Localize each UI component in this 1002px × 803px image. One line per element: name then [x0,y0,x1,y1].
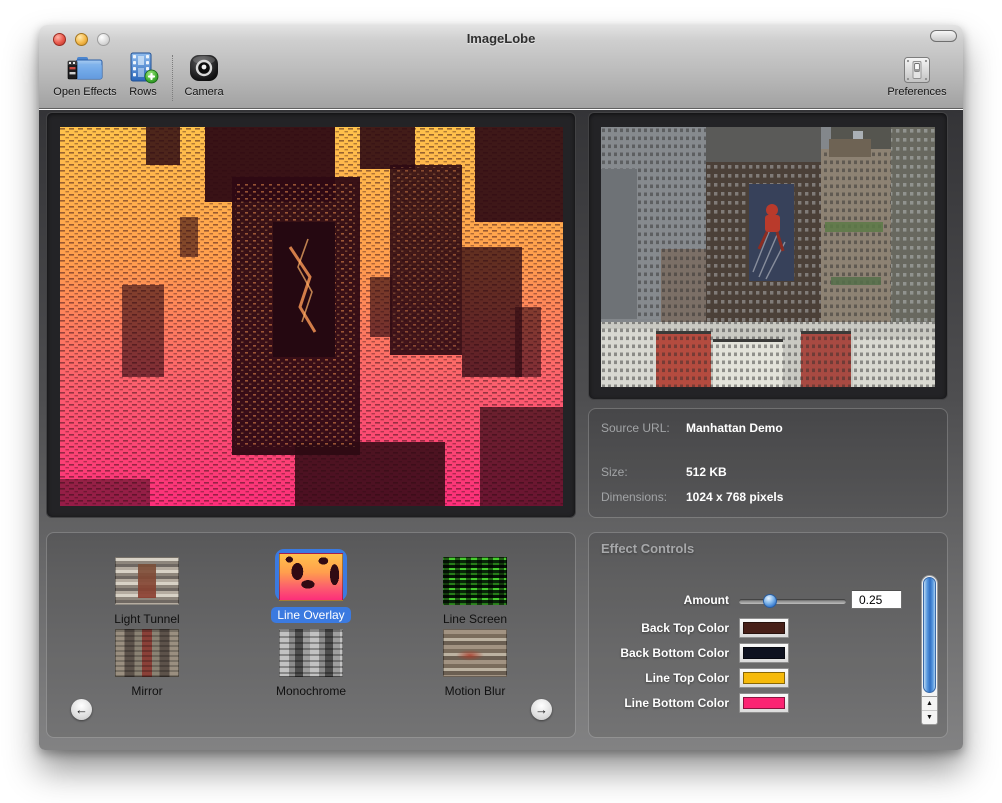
amount-input[interactable] [851,590,902,609]
size-row: Size: 512 KB [601,465,937,481]
imagelobe-window: ImageLobe [39,25,963,750]
window-title: ImageLobe [39,31,963,46]
line-top-color-chip [743,672,785,684]
effect-controls-title: Effect Controls [601,541,694,556]
effect-label: Mirror [125,683,168,699]
line-bottom-color-well[interactable] [739,693,789,713]
scrollbar-thumb[interactable] [923,577,936,693]
effect-item-line-screen[interactable]: Line Screen [410,553,540,628]
size-value: 512 KB [686,465,727,479]
amount-row: Amount [589,590,947,610]
line-bottom-color-label: Line Bottom Color [589,696,729,710]
effect-item-monochrome[interactable]: Monochrome [246,625,376,700]
scroll-down-button[interactable]: ▼ [922,711,937,725]
back-bottom-color-label: Back Bottom Color [589,646,729,660]
monochrome-thumbnail [279,629,343,677]
original-image-panel [588,112,948,400]
processed-image-panel [46,112,576,518]
source-url-row: Source URL: Manhattan Demo [601,421,937,437]
back-bottom-color-row: Back Bottom Color [589,643,947,663]
dimensions-row: Dimensions: 1024 x 768 pixels [601,490,937,506]
original-image [601,127,935,387]
amount-slider[interactable] [739,599,846,604]
line-top-color-row: Line Top Color [589,668,947,688]
line-top-color-label: Line Top Color [589,671,729,685]
camera-icon [166,51,242,84]
preferences-label: Preferences [877,86,957,98]
back-top-color-row: Back Top Color [589,618,947,638]
effect-item-light-tunnel[interactable]: Light Tunnel [82,553,212,628]
effect-item-motion-blur[interactable]: Motion Blur [410,625,540,700]
right-arrow-icon: → [535,702,548,717]
processed-image [60,127,563,506]
effect-controls-panel: Effect Controls Amount Back Top Color Ba… [588,532,948,738]
effect-label: Motion Blur [439,683,512,699]
line-bottom-color-row: Line Bottom Color [589,693,947,713]
dimensions-value: 1024 x 768 pixels [686,490,783,504]
preferences-button[interactable]: Preferences [877,51,957,98]
back-top-color-chip [743,622,785,634]
source-url-value: Manhattan Demo [686,421,783,435]
previous-effects-button[interactable]: ← [71,699,92,720]
camera-button[interactable]: Camera [166,51,242,98]
next-effects-button[interactable]: → [531,699,552,720]
light-tunnel-thumbnail [115,557,179,605]
effect-item-line-overlay[interactable]: Line Overlay [246,549,376,624]
line-bottom-color-chip [743,697,785,709]
camera-label: Camera [166,86,242,98]
content-area: Source URL: Manhattan Demo Size: 512 KB … [39,110,963,750]
scrollbar-buttons: ▲ ▼ [922,696,937,724]
motion-blur-thumbnail [443,629,507,677]
effect-label: Line Overlay [271,607,350,623]
titlebar-toolbar: ImageLobe [39,25,963,109]
image-info-panel: Source URL: Manhattan Demo Size: 512 KB … [588,408,948,518]
back-top-color-label: Back Top Color [589,621,729,635]
preferences-switch-icon [877,51,957,84]
dimensions-label: Dimensions: [601,490,667,504]
mirror-thumbnail [115,629,179,677]
scroll-up-button[interactable]: ▲ [922,697,937,711]
effect-label: Monochrome [270,683,352,699]
controls-scrollbar[interactable]: ▲ ▼ [921,575,938,725]
line-screen-thumbnail [443,557,507,605]
back-bottom-color-chip [743,647,785,659]
source-url-label: Source URL: [601,421,670,435]
line-overlay-thumbnail [279,553,343,601]
size-label: Size: [601,465,628,479]
toolbar-toggle-pill[interactable] [930,30,957,42]
amount-slider-knob[interactable] [763,594,777,608]
amount-label: Amount [589,593,729,607]
effects-browser-panel: Light Tunnel Line Overlay Line Screen Mi… [46,532,576,738]
line-top-color-well[interactable] [739,668,789,688]
left-arrow-icon: ← [75,702,88,717]
back-top-color-well[interactable] [739,618,789,638]
effect-item-mirror[interactable]: Mirror [82,625,212,700]
back-bottom-color-well[interactable] [739,643,789,663]
